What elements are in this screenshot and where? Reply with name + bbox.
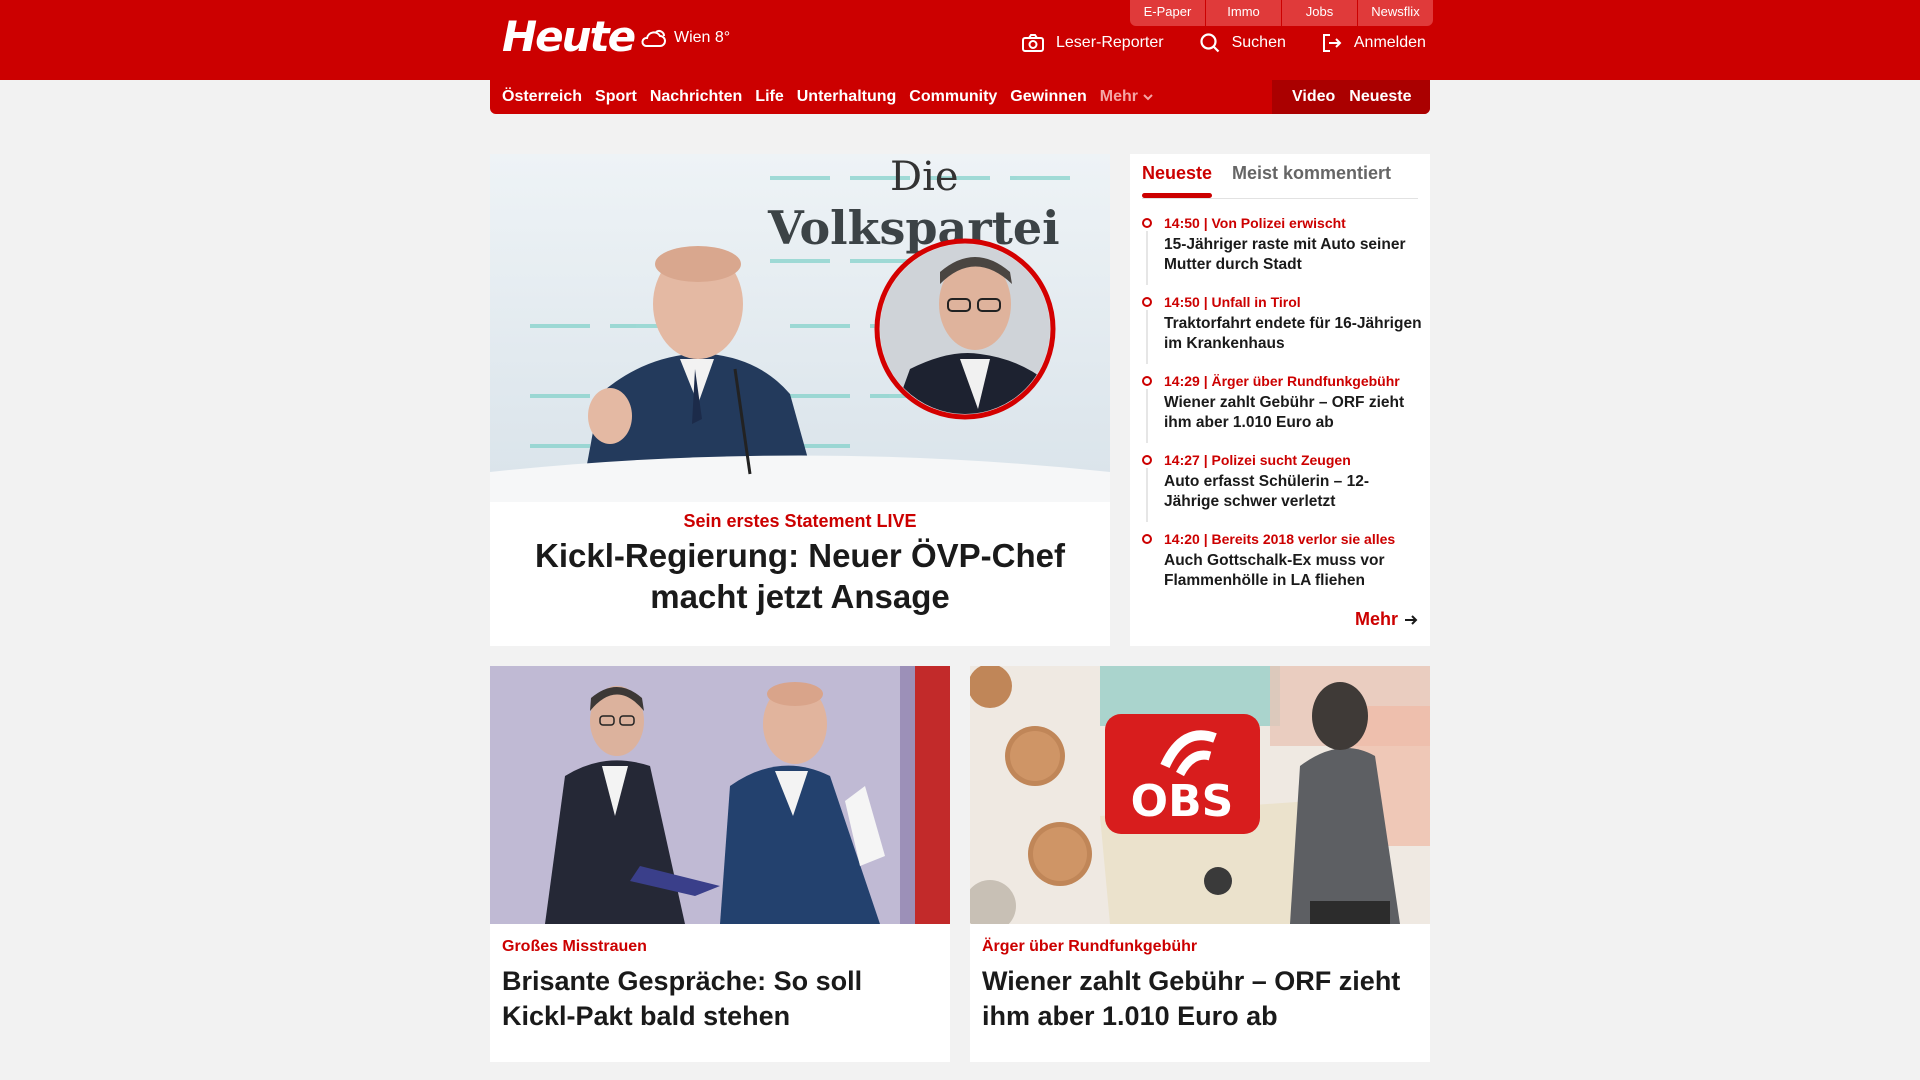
nav-more-label: Mehr xyxy=(1099,88,1138,105)
timeline-dot-icon xyxy=(1142,534,1152,544)
news-meta: 14:20 | Bereits 2018 verlor sie alles xyxy=(1164,531,1396,547)
news-meta: 14:50 | Unfall in Tirol xyxy=(1164,294,1301,310)
timeline-line xyxy=(1146,310,1148,364)
timeline-dot-icon xyxy=(1142,297,1152,307)
topbar-epaper-link[interactable]: E-Paper xyxy=(1130,0,1205,26)
login-icon xyxy=(1322,34,1342,52)
card-kicker: Ärger über Rundfunkgebühr xyxy=(982,938,1198,955)
card-headline[interactable]: Brisante Gespräche: So soll Kickl-Pakt b… xyxy=(502,964,938,1034)
weather-widget[interactable]: Wien 8° xyxy=(638,26,730,50)
latest-news-sidebar: Neueste Meist kommentiert 14:50 | Von Po… xyxy=(1130,154,1430,646)
topbar-jobs-link[interactable]: Jobs xyxy=(1282,0,1357,26)
nav-highlight-section: Video Neueste xyxy=(1272,80,1430,114)
topbar-immo-link[interactable]: Immo xyxy=(1206,0,1281,26)
sidebar-tabs: Neueste Meist kommentiert xyxy=(1142,154,1418,199)
leser-reporter-button[interactable]: Leser-Reporter xyxy=(1022,34,1164,52)
service-bar: E-Paper Immo Jobs Newsflix xyxy=(1130,0,1433,26)
login-label: Anmelden xyxy=(1353,34,1426,51)
article-card[interactable]: Großes Misstrauen Brisante Gespräche: So… xyxy=(490,666,950,1062)
news-title[interactable]: 15-Jähriger raste mit Auto seiner Mutter… xyxy=(1164,235,1422,275)
list-item[interactable]: 14:29 | Ärger über Rundfunkgebühr Wiener… xyxy=(1142,372,1422,451)
sidebar-more-label: Mehr xyxy=(1354,609,1398,629)
timeline-line xyxy=(1146,231,1148,285)
timeline-line xyxy=(1146,468,1148,522)
card-photo xyxy=(490,666,950,924)
timeline-dot-icon xyxy=(1142,218,1152,228)
tab-meist-kommentiert[interactable]: Meist kommentiert xyxy=(1232,163,1391,184)
article-image[interactable] xyxy=(490,666,950,924)
news-meta: 14:27 | Polizei sucht Zeugen xyxy=(1164,452,1351,468)
nav-item-life[interactable]: Life xyxy=(755,80,783,114)
hero-photo: Die Volkspartei xyxy=(490,154,1110,502)
card-photo: OBS xyxy=(970,666,1430,924)
nav-item-sport[interactable]: Sport xyxy=(595,80,637,114)
login-button[interactable]: Anmelden xyxy=(1322,33,1426,53)
active-tab-indicator xyxy=(1142,193,1212,198)
list-item[interactable]: 14:20 | Bereits 2018 verlor sie alles Au… xyxy=(1142,530,1422,609)
news-title[interactable]: Traktorfahrt endete für 16-Jährigen im K… xyxy=(1164,314,1422,354)
chevron-down-icon xyxy=(1143,93,1153,100)
list-item[interactable]: 14:50 | Unfall in Tirol Traktorfahrt end… xyxy=(1142,293,1422,372)
obs-logo-text: OBS xyxy=(1131,776,1234,827)
article-image[interactable]: OBS xyxy=(970,666,1430,924)
news-title[interactable]: Wiener zahlt Gebühr – ORF zieht ihm aber… xyxy=(1164,393,1422,433)
cloud-sun-icon xyxy=(641,30,666,47)
search-label: Suchen xyxy=(1231,34,1286,51)
hero-image[interactable]: Die Volkspartei xyxy=(490,154,1110,502)
tab-neueste[interactable]: Neueste xyxy=(1142,163,1212,184)
nav-item-oesterreich[interactable]: Österreich xyxy=(502,80,582,114)
news-meta: 14:50 | Von Polizei erwischt xyxy=(1164,215,1346,231)
hero-headline[interactable]: Kickl-Regierung: Neuer ÖVP-Chef macht je… xyxy=(490,535,1110,617)
search-button[interactable]: Suchen xyxy=(1200,33,1286,53)
card-headline[interactable]: Wiener zahlt Gebühr – ORF zieht ihm aber… xyxy=(982,964,1418,1034)
nav-more-dropdown[interactable]: Mehr xyxy=(1100,80,1153,114)
hero-kicker: Sein erstes Statement LIVE xyxy=(683,511,917,531)
arrow-right-icon xyxy=(1405,614,1418,625)
timeline-dot-icon xyxy=(1142,455,1152,465)
site-logo[interactable]: Heute xyxy=(502,14,636,60)
main-navigation: Österreich Sport Nachrichten Life Unterh… xyxy=(490,80,1430,114)
nav-item-video[interactable]: Video xyxy=(1292,80,1335,114)
list-item[interactable]: 14:50 | Von Polizei erwischt 15-Jähriger… xyxy=(1142,214,1422,293)
news-title[interactable]: Auto erfasst Schülerin – 12-Jährige schw… xyxy=(1164,472,1422,512)
hero-banner-die: Die xyxy=(890,154,959,200)
header-actions: Leser-Reporter Suchen Anmelden xyxy=(1022,33,1426,53)
nav-item-unterhaltung[interactable]: Unterhaltung xyxy=(797,80,897,114)
nav-item-community[interactable]: Community xyxy=(909,80,997,114)
list-item[interactable]: 14:27 | Polizei sucht Zeugen Auto erfass… xyxy=(1142,451,1422,530)
weather-label: Wien 8° xyxy=(674,29,731,46)
hero-article[interactable]: Die Volkspartei Sein erstes Statement LI… xyxy=(490,154,1110,646)
topbar-newsflix-link[interactable]: Newsflix xyxy=(1358,0,1433,26)
nav-item-gewinnen[interactable]: Gewinnen xyxy=(1010,80,1086,114)
latest-news-list: 14:50 | Von Polizei erwischt 15-Jähriger… xyxy=(1142,214,1422,609)
nav-item-nachrichten[interactable]: Nachrichten xyxy=(650,80,742,114)
timeline-line xyxy=(1146,389,1148,443)
nav-item-neueste[interactable]: Neueste xyxy=(1349,80,1411,114)
hero-banner-volkspartei: Volkspartei xyxy=(767,201,1060,255)
news-meta: 14:29 | Ärger über Rundfunkgebühr xyxy=(1164,373,1400,389)
timeline-dot-icon xyxy=(1142,376,1152,386)
news-title[interactable]: Auch Gottschalk-Ex muss vor Flammenhölle… xyxy=(1164,551,1422,591)
site-header: E-Paper Immo Jobs Newsflix Heute Wien 8°… xyxy=(0,0,1920,80)
search-icon xyxy=(1200,33,1219,53)
sidebar-more-link[interactable]: Mehr xyxy=(1355,609,1418,630)
camera-icon xyxy=(1022,34,1044,52)
article-card[interactable]: OBS Ärger über Rundfunkgebühr Wiener zah… xyxy=(970,666,1430,1062)
leser-reporter-label: Leser-Reporter xyxy=(1056,34,1164,51)
card-kicker: Großes Misstrauen xyxy=(502,938,647,955)
